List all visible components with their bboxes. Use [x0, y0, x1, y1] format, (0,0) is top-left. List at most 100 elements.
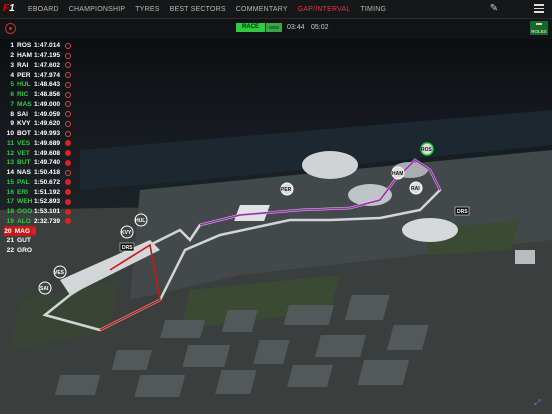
- pit-stop-icon: [30, 228, 36, 235]
- leaderboard-row[interactable]: 5 HUL 1:48.643: [4, 80, 72, 90]
- driver-code: ALO: [17, 217, 31, 225]
- nav-tab-championship[interactable]: CHAMPIONSHIP: [69, 6, 125, 13]
- top-navigation-bar: F1 EBOARD CHAMPIONSHIP TYRES BEST SECTORS CO…: [0, 0, 552, 19]
- lap-time: 1:49.620: [34, 120, 61, 128]
- leaderboard-row[interactable]: 11 VES 1:49.689: [4, 139, 72, 149]
- car-marker-label: ROS: [421, 147, 433, 153]
- pit-stop-icon: [65, 120, 71, 127]
- position-number: 15: [6, 178, 14, 186]
- leaderboard-row[interactable]: 3 RAI 1:47.602: [4, 61, 72, 71]
- leaderboard-row[interactable]: 12 VET 1:49.608: [4, 148, 72, 158]
- position-number: 6: [10, 91, 14, 99]
- lap-time: 1:49.689: [34, 139, 61, 147]
- driver-code: SAI: [17, 110, 28, 118]
- driver-code: PAL: [17, 178, 30, 186]
- position-number: 18: [6, 208, 14, 216]
- driver-code: GUT: [17, 237, 31, 245]
- nav-tab-commentary[interactable]: COMMENTARY: [236, 6, 288, 13]
- hamburger-menu-icon[interactable]: [532, 2, 546, 16]
- driver-code: OGO: [17, 208, 33, 216]
- car-marker[interactable]: SAI: [38, 281, 52, 295]
- leaderboard-row[interactable]: 20 MAG: [4, 226, 36, 236]
- car-marker[interactable]: RAI: [409, 181, 423, 195]
- driver-code: RIC: [17, 91, 29, 99]
- position-number: 13: [6, 159, 14, 167]
- track-map[interactable]: ROS HAM RAI PER HUL SAI KVY VES DRS DRS: [0, 40, 552, 414]
- position-number: 21: [6, 237, 14, 245]
- car-marker[interactable]: KVY: [120, 225, 134, 239]
- pit-stop-icon: [65, 111, 71, 118]
- leaderboard-row[interactable]: 22 GRO: [4, 246, 72, 256]
- car-marker-label: PER: [281, 187, 292, 193]
- leaderboard-row[interactable]: 2 HAM 1:47.195: [4, 51, 72, 61]
- car-marker-label: HAM: [392, 171, 403, 177]
- drs-zone-marker: DRS: [119, 242, 135, 252]
- pit-stop-icon: [65, 42, 71, 49]
- lap-time: 1:49.608: [34, 149, 61, 157]
- driver-code: HUL: [17, 81, 31, 89]
- pit-stop-icon: [65, 62, 71, 69]
- lap-time: 1:52.893: [34, 198, 61, 206]
- nav-tab-best-sectors[interactable]: BEST SECTORS: [170, 6, 226, 13]
- position-number: 7: [10, 100, 14, 108]
- car-marker[interactable]: HUL: [134, 213, 148, 227]
- leaderboard-row[interactable]: 13 BUT 1:49.740: [4, 158, 72, 168]
- leaderboard-row[interactable]: 17 WEH 1:52.893: [4, 197, 72, 207]
- pit-stop-icon: [65, 159, 71, 166]
- position-number: 17: [6, 198, 14, 206]
- nav-tab-eboard[interactable]: EBOARD: [28, 6, 59, 13]
- driver-code: RAI: [17, 61, 29, 69]
- pit-stop-icon: [65, 140, 71, 147]
- driver-code: ROS: [17, 42, 32, 50]
- leaderboard-row[interactable]: 1 ROS 1:47.014: [4, 41, 72, 51]
- record-icon[interactable]: [5, 23, 16, 34]
- car-marker[interactable]: HAM: [391, 166, 405, 180]
- building: [515, 250, 535, 264]
- car-marker-label: SAI: [40, 286, 49, 292]
- leaderboard-row[interactable]: 18 OGO 1:53.101: [4, 207, 72, 217]
- leaderboard-row[interactable]: 19 ALO 2:32.739: [4, 217, 72, 227]
- car-marker[interactable]: VES: [53, 265, 67, 279]
- leaderboard-row[interactable]: 6 RIC 1:48.856: [4, 90, 72, 100]
- car-marker-label: KVY: [121, 230, 132, 236]
- pit-stop-icon: [65, 169, 71, 176]
- session-status: RACE: [236, 23, 283, 32]
- green-flag-icon: [266, 23, 283, 32]
- leaderboard-row[interactable]: 9 KVY 1:49.620: [4, 119, 72, 129]
- leaderboard-row[interactable]: 4 PER 1:47.974: [4, 70, 72, 80]
- pit-stop-icon: [65, 179, 71, 186]
- lap-time: 1:50.418: [34, 169, 61, 177]
- nav-tab-tyres[interactable]: TYRES: [135, 6, 159, 13]
- nav-tab-timing[interactable]: TIMING: [360, 6, 386, 13]
- wrench-icon[interactable]: ✎: [488, 3, 500, 15]
- lap-time: 1:47.602: [34, 61, 61, 69]
- session-elapsed: 03:44: [287, 24, 305, 31]
- car-marker[interactable]: PER: [280, 182, 294, 196]
- pit-stop-icon: [65, 81, 71, 88]
- nav-tab-gap-interval[interactable]: GAP/INTERVAL: [298, 6, 351, 13]
- lap-time: 2:32.739: [34, 217, 61, 225]
- position-number: 14: [6, 169, 14, 177]
- leaderboard-row[interactable]: 16 ERI 1:51.192: [4, 187, 72, 197]
- position-number: 16: [6, 188, 14, 196]
- driver-code: BOT: [17, 130, 31, 138]
- leaderboard-row[interactable]: 14 NAS 1:50.418: [4, 168, 72, 178]
- leaderboard-row[interactable]: 15 PAL 1:50.672: [4, 178, 72, 188]
- leaderboard-row[interactable]: 8 SAI 1:49.059: [4, 109, 72, 119]
- pit-stop-icon: [65, 218, 71, 225]
- leaderboard-row[interactable]: 7 MAS 1:49.000: [4, 100, 72, 110]
- drs-label: DRS: [122, 245, 133, 251]
- car-marker[interactable]: ROS: [420, 142, 434, 156]
- lap-time: 1:49.740: [34, 159, 61, 167]
- leaderboard-row[interactable]: 21 GUT: [4, 236, 72, 246]
- position-number: 12: [6, 149, 14, 157]
- leaderboard-row[interactable]: 10 BOT 1:49.993: [4, 129, 72, 139]
- position-number: 5: [10, 81, 14, 89]
- car-marker-label: VES: [54, 270, 65, 276]
- position-number: 20: [4, 227, 12, 235]
- driver-code: ERI: [17, 188, 28, 196]
- position-number: 22: [6, 247, 14, 255]
- car-marker-label: RAI: [411, 186, 420, 192]
- expand-icon[interactable]: ⤢: [534, 398, 546, 408]
- position-number: 2: [10, 52, 14, 60]
